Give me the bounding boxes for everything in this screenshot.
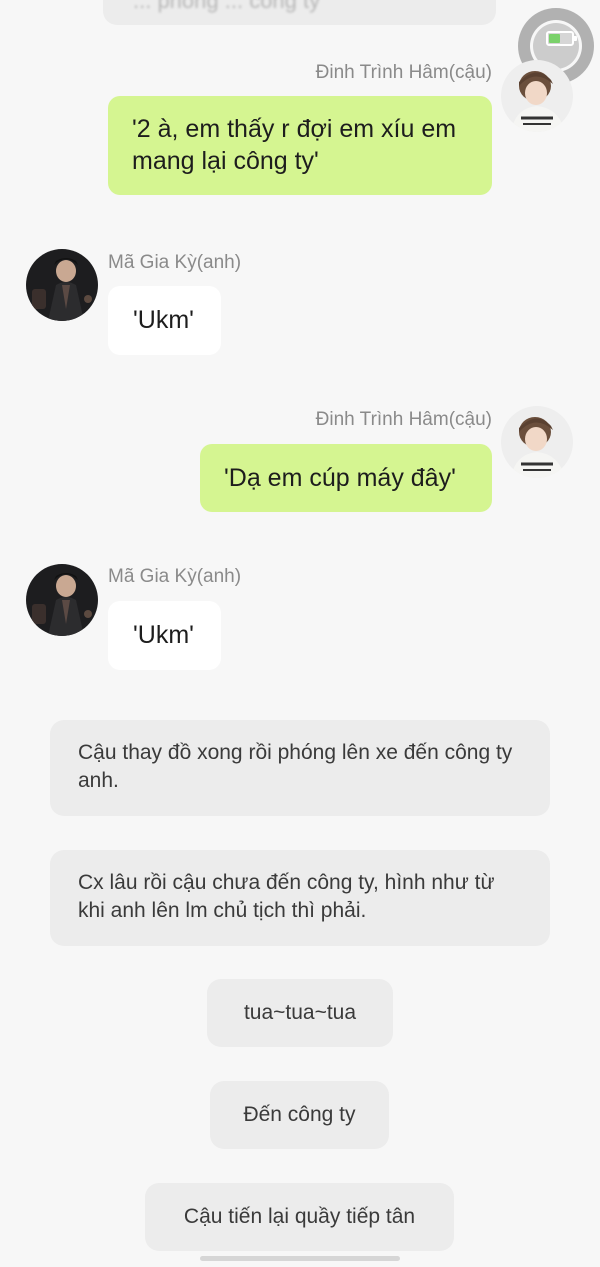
- sender-name: Đinh Trình Hâm(cậu): [315, 62, 492, 83]
- message-bubble: '2 à, em thấy r đợi em xíu em mang lại c…: [108, 96, 492, 195]
- avatar[interactable]: [501, 60, 573, 132]
- partial-message-text: ... phòng ... công ty: [133, 0, 321, 13]
- narration-block: Cậu tiến lại quầy tiếp tân: [145, 1183, 454, 1251]
- avatar-anh-image: [26, 249, 98, 321]
- narration-block: Đến công ty: [210, 1081, 389, 1149]
- avatar[interactable]: [26, 564, 98, 636]
- sender-name: Đinh Trình Hâm(cậu): [315, 409, 492, 430]
- sender-name: Mã Gia Kỳ(anh): [108, 252, 242, 273]
- narration-block: Cậu thay đồ xong rồi phóng lên xe đến cô…: [50, 720, 550, 816]
- avatar[interactable]: [501, 406, 573, 478]
- avatar-cau-image: [501, 406, 573, 478]
- message-bubble: 'Dạ em cúp máy đây': [200, 444, 492, 512]
- sender-name: Mã Gia Kỳ(anh): [108, 566, 242, 587]
- message-bubble: 'Ukm': [108, 286, 221, 355]
- home-indicator[interactable]: [200, 1256, 400, 1261]
- narration-block: tua~tua~tua: [207, 979, 393, 1047]
- avatar-cau-image: [501, 60, 573, 132]
- battery-icon: [546, 31, 577, 46]
- avatar[interactable]: [26, 249, 98, 321]
- narration-block: Cx lâu rồi cậu chưa đến công ty, hình nh…: [50, 850, 550, 946]
- partial-message-bubble: ... phòng ... công ty: [103, 0, 496, 25]
- avatar-anh-image: [26, 564, 98, 636]
- message-bubble: 'Ukm': [108, 601, 221, 670]
